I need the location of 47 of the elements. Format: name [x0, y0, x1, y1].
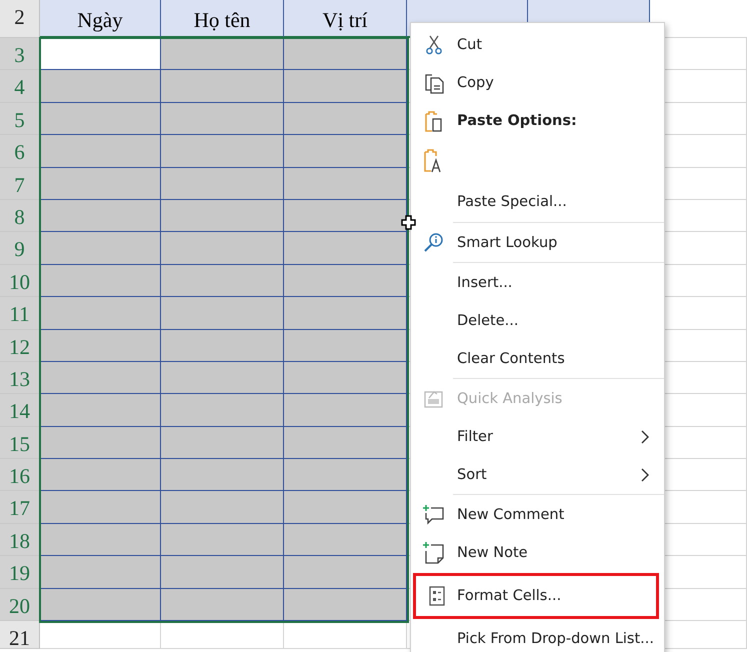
row-header[interactable]: 17	[0, 491, 40, 524]
row-header[interactable]: 15	[0, 426, 40, 460]
row-header[interactable]: 12	[0, 330, 40, 362]
row-header[interactable]: 20	[0, 588, 40, 622]
row-header[interactable]: 6	[0, 135, 40, 168]
menu-item[interactable]: Paste Special...	[411, 182, 664, 222]
chevron-right-icon	[640, 430, 650, 444]
column-header-cell: Vị trí	[284, 0, 407, 38]
quick-analysis-icon	[423, 389, 445, 409]
menu-item[interactable]: Cut	[411, 26, 664, 64]
row-header[interactable]: 14	[0, 394, 40, 427]
chevron-right-icon	[640, 468, 650, 482]
row-header[interactable]: 10	[0, 264, 40, 298]
row-header[interactable]: 11	[0, 297, 40, 330]
menu-item[interactable]: New Note	[411, 534, 664, 572]
menu-item[interactable]: New Comment	[411, 496, 664, 534]
menu-item[interactable]: Delete...	[411, 302, 664, 340]
format-cells-icon	[428, 585, 446, 607]
row-header[interactable]: 13	[0, 362, 40, 394]
row-header[interactable]: 9	[0, 232, 40, 265]
smart-lookup-icon	[423, 232, 445, 254]
menu-item[interactable]: Pick From Drop-down List...	[411, 620, 664, 652]
row-header[interactable]: 5	[0, 102, 40, 136]
menu-item[interactable]: Sort	[411, 456, 664, 494]
column-header-cell: Ngày	[40, 0, 161, 38]
copy-icon	[423, 72, 445, 94]
row-header[interactable]: 4	[0, 70, 40, 103]
menu-item[interactable]: Smart Lookup	[411, 224, 664, 262]
menu-item[interactable]: Clear Contents	[411, 340, 664, 378]
menu-item[interactable]: Format Cells...	[413, 573, 659, 619]
row-header[interactable]: 7	[0, 168, 40, 200]
row-header[interactable]: 16	[0, 459, 40, 492]
scissors-icon	[424, 34, 444, 56]
row-header[interactable]: 18	[0, 524, 40, 556]
column-header-cell: Họ tên	[161, 0, 284, 38]
menu-section-title: Paste Options:	[457, 113, 578, 129]
row-header[interactable]: 3	[0, 38, 40, 70]
new-comment-icon	[422, 504, 446, 526]
active-cell[interactable]	[40, 38, 161, 70]
row-header[interactable]: 8	[0, 200, 40, 232]
menu-item[interactable]: Filter	[411, 418, 664, 456]
row-header[interactable]: 21	[0, 621, 40, 650]
row-header[interactable]: 19	[0, 556, 40, 589]
row-header[interactable]: 2	[0, 0, 40, 38]
menu-item[interactable]: Insert...	[411, 264, 664, 302]
new-note-icon	[422, 541, 446, 565]
menu-item[interactable]: Copy	[411, 64, 664, 102]
